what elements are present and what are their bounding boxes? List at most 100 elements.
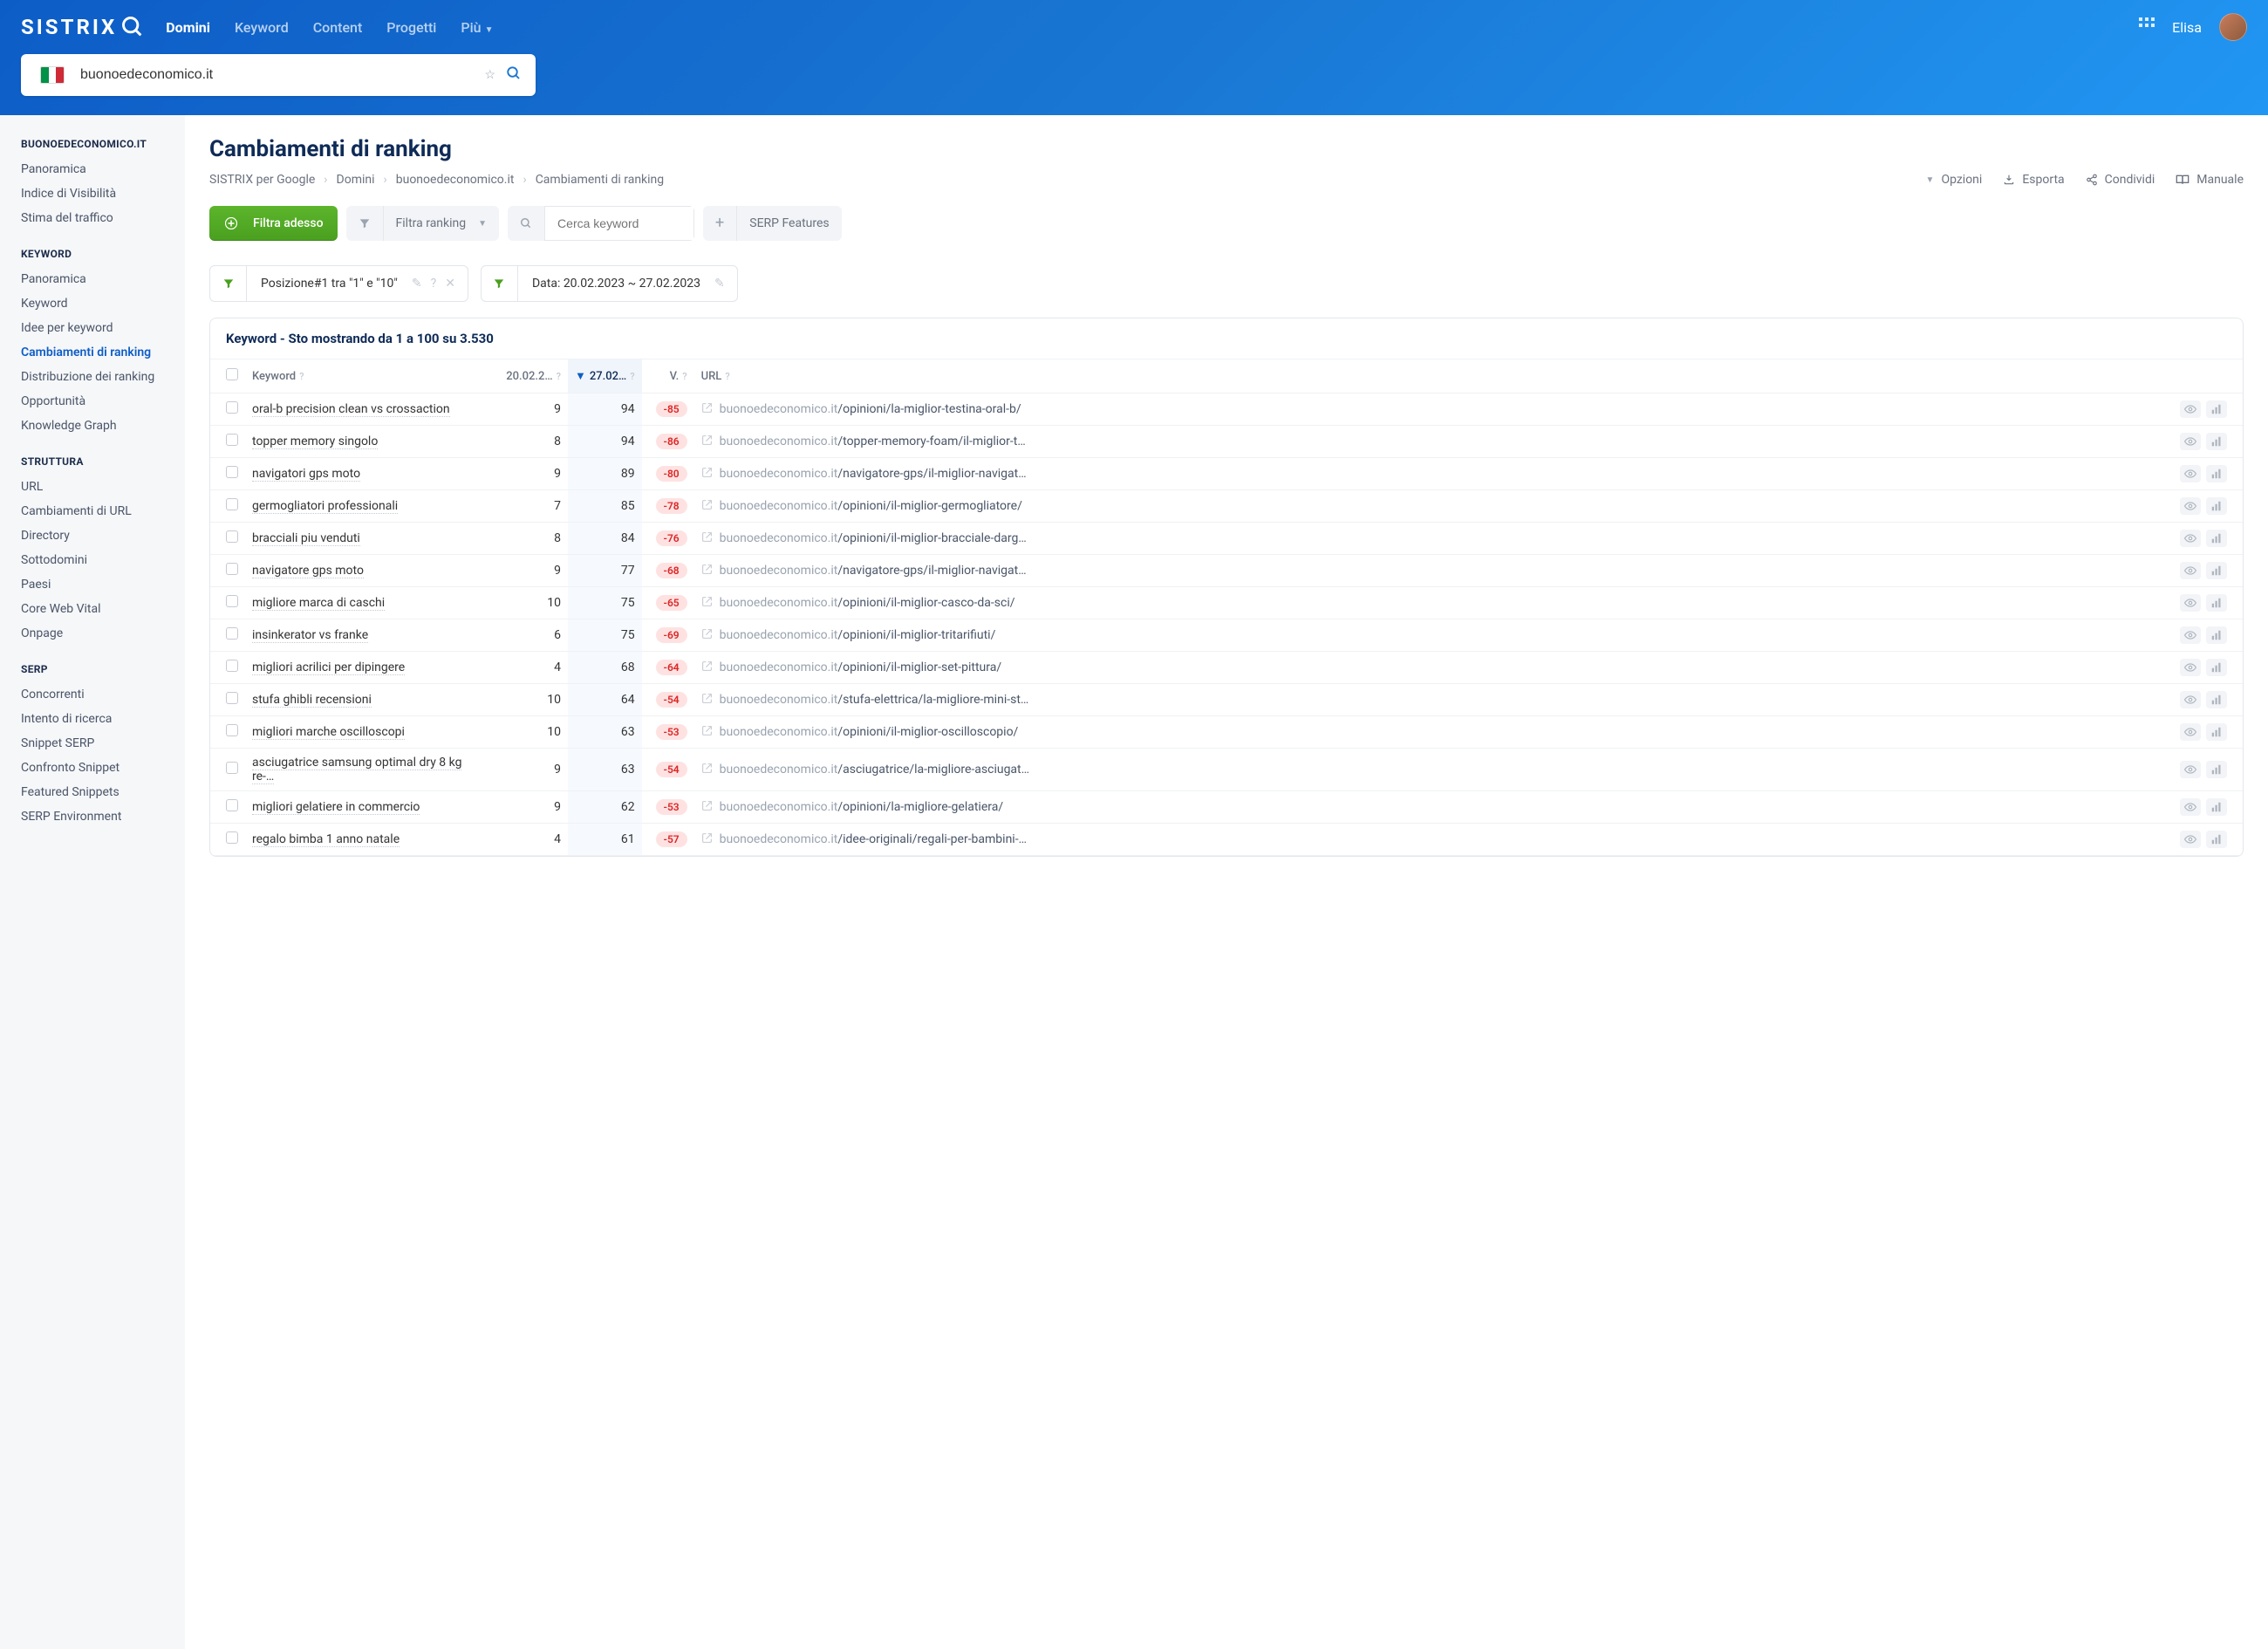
filter-ranking-dropdown[interactable]: Filtra ranking▼ — [384, 206, 500, 241]
keyword-link[interactable]: asciugatrice samsung optimal dry 8 kg re… — [252, 756, 461, 784]
breadcrumb-item[interactable]: buonoedeconomico.it — [396, 173, 515, 187]
chart-icon[interactable] — [2206, 530, 2227, 547]
logo[interactable]: SISTRIX — [21, 15, 145, 39]
help-icon[interactable]: ? — [299, 371, 304, 382]
keyword-link[interactable]: regalo bimba 1 anno natale — [252, 832, 400, 847]
row-checkbox[interactable] — [226, 724, 238, 736]
row-checkbox[interactable] — [226, 660, 238, 672]
sidebar-item[interactable]: Snippet SERP — [0, 731, 185, 756]
row-checkbox[interactable] — [226, 466, 238, 478]
chart-icon[interactable] — [2206, 659, 2227, 676]
breadcrumb-item[interactable]: Domini — [337, 173, 375, 187]
url-link[interactable]: buonoedeconomico.it/opinioni/la-migliore… — [720, 800, 1004, 814]
row-checkbox[interactable] — [226, 692, 238, 704]
keyword-search-input[interactable] — [545, 207, 693, 240]
url-link[interactable]: buonoedeconomico.it/navigatore-gps/il-mi… — [720, 467, 1027, 481]
view-icon[interactable] — [2180, 761, 2201, 778]
export-button[interactable]: Esporta — [2003, 173, 2064, 187]
row-checkbox[interactable] — [226, 762, 238, 774]
sidebar-item[interactable]: Onpage — [0, 621, 185, 646]
view-icon[interactable] — [2180, 530, 2201, 547]
external-link-icon[interactable] — [701, 564, 713, 578]
url-link[interactable]: buonoedeconomico.it/opinioni/il-miglior-… — [720, 660, 1002, 674]
chart-icon[interactable] — [2206, 798, 2227, 816]
external-link-icon[interactable] — [701, 628, 713, 643]
row-checkbox[interactable] — [226, 595, 238, 607]
chart-icon[interactable] — [2206, 626, 2227, 644]
chart-icon[interactable] — [2206, 433, 2227, 450]
breadcrumb-item[interactable]: SISTRIX per Google — [209, 173, 315, 187]
url-link[interactable]: buonoedeconomico.it/opinioni/il-miglior-… — [720, 628, 996, 642]
url-link[interactable]: buonoedeconomico.it/asciugatrice/la-migl… — [720, 763, 1029, 777]
sidebar-item[interactable]: Panoramica — [0, 157, 185, 181]
avatar[interactable] — [2219, 13, 2247, 41]
apps-icon[interactable] — [2139, 17, 2155, 37]
col-variation[interactable]: V.? — [642, 359, 694, 393]
url-link[interactable]: buonoedeconomico.it/opinioni/la-miglior-… — [720, 402, 1021, 416]
external-link-icon[interactable] — [701, 693, 713, 708]
view-icon[interactable] — [2180, 626, 2201, 644]
row-checkbox[interactable] — [226, 563, 238, 575]
url-link[interactable]: buonoedeconomico.it/idee-originali/regal… — [720, 832, 1027, 846]
chart-icon[interactable] — [2206, 465, 2227, 482]
keyword-link[interactable]: migliori gelatiere in commercio — [252, 800, 420, 815]
chart-icon[interactable] — [2206, 497, 2227, 515]
external-link-icon[interactable] — [701, 402, 713, 417]
sidebar-item[interactable]: Sottodomini — [0, 548, 185, 572]
sidebar-item[interactable]: Directory — [0, 523, 185, 548]
serp-features-label[interactable]: SERP Features — [737, 206, 841, 241]
col-date2-sorted[interactable]: ▼27.02…? — [568, 359, 642, 393]
chart-icon[interactable] — [2206, 562, 2227, 579]
help-icon[interactable]: ? — [725, 371, 729, 382]
url-link[interactable]: buonoedeconomico.it/opinioni/il-miglior-… — [720, 725, 1019, 739]
sidebar-item[interactable]: Indice di Visibilità — [0, 181, 185, 206]
nav-keyword[interactable]: Keyword — [235, 19, 289, 36]
keyword-link[interactable]: navigatori gps moto — [252, 467, 360, 482]
help-icon[interactable]: ? — [630, 371, 634, 382]
external-link-icon[interactable] — [701, 660, 713, 675]
sidebar-item[interactable]: Idee per keyword — [0, 316, 185, 340]
chart-icon[interactable] — [2206, 723, 2227, 741]
sidebar-item[interactable]: Featured Snippets — [0, 780, 185, 804]
nav-progetti[interactable]: Progetti — [386, 19, 436, 36]
keyword-link[interactable]: bracciali piu venduti — [252, 531, 360, 546]
keyword-link[interactable]: navigatore gps moto — [252, 564, 364, 578]
external-link-icon[interactable] — [701, 763, 713, 777]
row-checkbox[interactable] — [226, 831, 238, 844]
external-link-icon[interactable] — [701, 434, 713, 449]
help-icon[interactable]: ? — [557, 371, 561, 382]
sidebar-item[interactable]: Cambiamenti di URL — [0, 499, 185, 523]
sidebar-item[interactable]: Cambiamenti di ranking — [0, 340, 185, 365]
options-menu[interactable]: ▼Opzioni — [1926, 173, 1983, 187]
keyword-link[interactable]: migliore marca di caschi — [252, 596, 385, 611]
external-link-icon[interactable] — [701, 832, 713, 847]
row-checkbox[interactable] — [226, 434, 238, 446]
sidebar-item[interactable]: Core Web Vital — [0, 597, 185, 621]
view-icon[interactable] — [2180, 798, 2201, 816]
help-icon[interactable]: ? — [682, 371, 687, 382]
sidebar-item[interactable]: Paesi — [0, 572, 185, 597]
nav-piu[interactable]: Più▼ — [461, 19, 493, 36]
user-name[interactable]: Elisa — [2172, 19, 2202, 36]
url-link[interactable]: buonoedeconomico.it/stufa-elettrica/la-m… — [720, 693, 1029, 707]
nav-content[interactable]: Content — [313, 19, 363, 36]
row-checkbox[interactable] — [226, 498, 238, 510]
url-link[interactable]: buonoedeconomico.it/navigatore-gps/il-mi… — [720, 564, 1027, 578]
url-link[interactable]: buonoedeconomico.it/opinioni/il-miglior-… — [720, 531, 1027, 545]
manual-button[interactable]: Manuale — [2176, 173, 2244, 187]
country-flag-it[interactable] — [40, 66, 65, 84]
col-url[interactable]: URL? — [694, 359, 2173, 393]
filter-now-button[interactable]: Filtra adesso — [209, 206, 338, 241]
sidebar-item[interactable]: Confronto Snippet — [0, 756, 185, 780]
view-icon[interactable] — [2180, 659, 2201, 676]
add-serp-feature-button[interactable]: + — [703, 206, 737, 241]
external-link-icon[interactable] — [701, 531, 713, 546]
external-link-icon[interactable] — [701, 467, 713, 482]
edit-icon[interactable]: ✎ — [412, 277, 422, 291]
search-icon[interactable] — [506, 65, 522, 85]
col-date1[interactable]: 20.02.2…? — [489, 359, 568, 393]
view-icon[interactable] — [2180, 497, 2201, 515]
breadcrumb-item[interactable]: Cambiamenti di ranking — [536, 173, 664, 187]
chart-icon[interactable] — [2206, 761, 2227, 778]
star-icon[interactable]: ☆ — [484, 68, 495, 82]
